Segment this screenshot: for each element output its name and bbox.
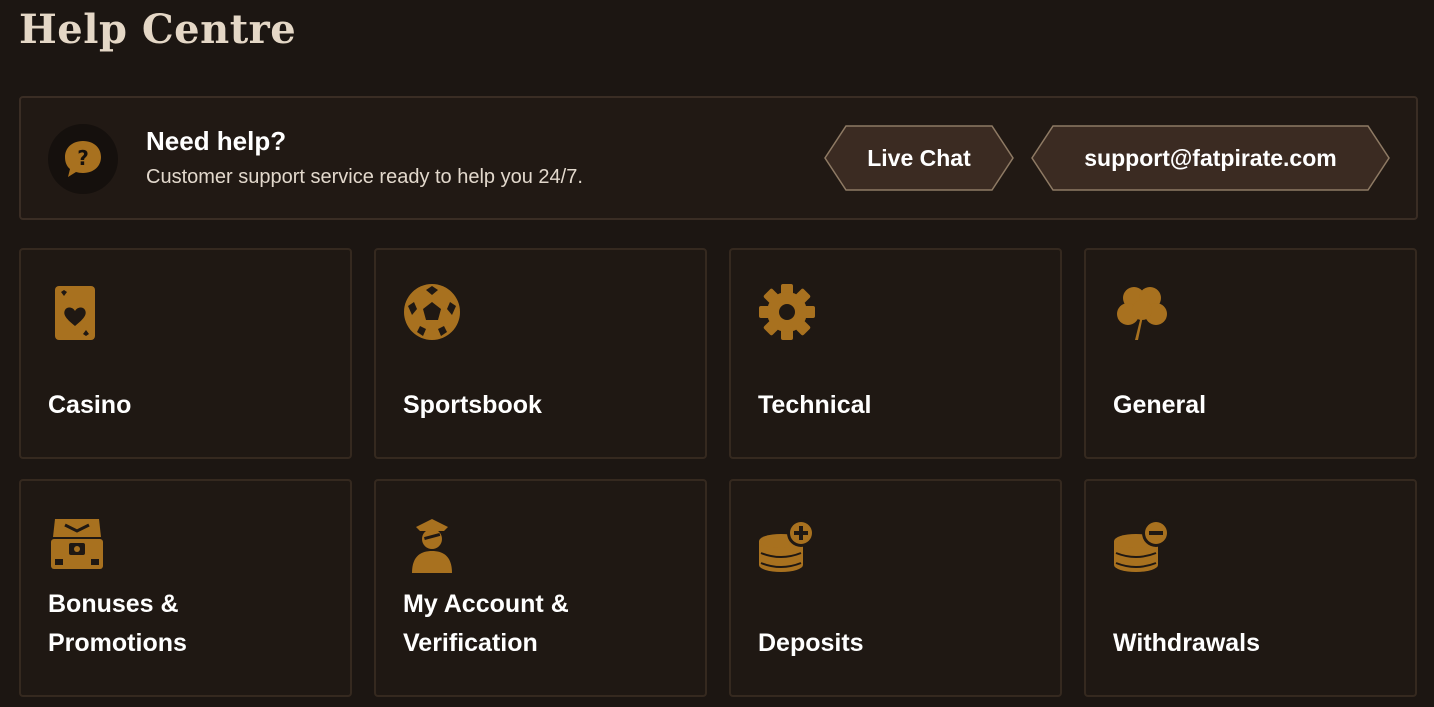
- help-banner: ? Need help? Customer support service re…: [19, 96, 1418, 220]
- live-chat-label: Live Chat: [867, 144, 971, 171]
- category-card-withdrawals[interactable]: Withdrawals: [1084, 479, 1417, 697]
- soccer-ball-icon: [402, 282, 462, 342]
- email-support-label: support@fatpirate.com: [1084, 144, 1337, 171]
- category-card-deposits[interactable]: Deposits: [729, 479, 1062, 697]
- live-chat-button[interactable]: Live Chat: [824, 125, 1014, 191]
- coin-stack-plus-icon: [757, 515, 817, 575]
- email-support-button[interactable]: support@fatpirate.com: [1031, 125, 1390, 191]
- gear-icon: [757, 282, 817, 342]
- category-card-bonuses[interactable]: Bonuses & Promotions: [19, 479, 352, 697]
- help-heading: Need help?: [146, 126, 287, 156]
- treasure-chest-icon: [47, 515, 107, 575]
- help-subtext: Customer support service ready to help y…: [146, 166, 583, 188]
- category-label-technical: Technical: [758, 391, 872, 419]
- question-bubble-icon: ?: [48, 124, 118, 194]
- pirate-user-icon: [402, 515, 462, 575]
- category-card-technical[interactable]: Technical: [729, 248, 1062, 459]
- category-card-account[interactable]: My Account & Verification: [374, 479, 707, 697]
- category-card-general[interactable]: General: [1084, 248, 1417, 459]
- category-label-sportsbook: Sportsbook: [403, 391, 542, 419]
- category-label-account: My Account & Verification: [403, 590, 569, 657]
- category-label-general: General: [1113, 391, 1207, 419]
- category-label-withdrawals: Withdrawals: [1113, 629, 1261, 657]
- clover-icon: [1112, 282, 1172, 342]
- svg-text:?: ?: [77, 146, 89, 170]
- coin-stack-minus-icon: [1112, 515, 1172, 575]
- category-label-casino: Casino: [48, 391, 132, 419]
- category-card-casino[interactable]: Casino: [19, 248, 352, 459]
- category-label-deposits: Deposits: [758, 629, 864, 657]
- category-label-bonuses: Bonuses & Promotions: [48, 590, 187, 657]
- playing-card-heart-icon: [47, 282, 107, 342]
- page-title: Help Centre: [19, 6, 297, 53]
- category-card-sportsbook[interactable]: Sportsbook: [374, 248, 707, 459]
